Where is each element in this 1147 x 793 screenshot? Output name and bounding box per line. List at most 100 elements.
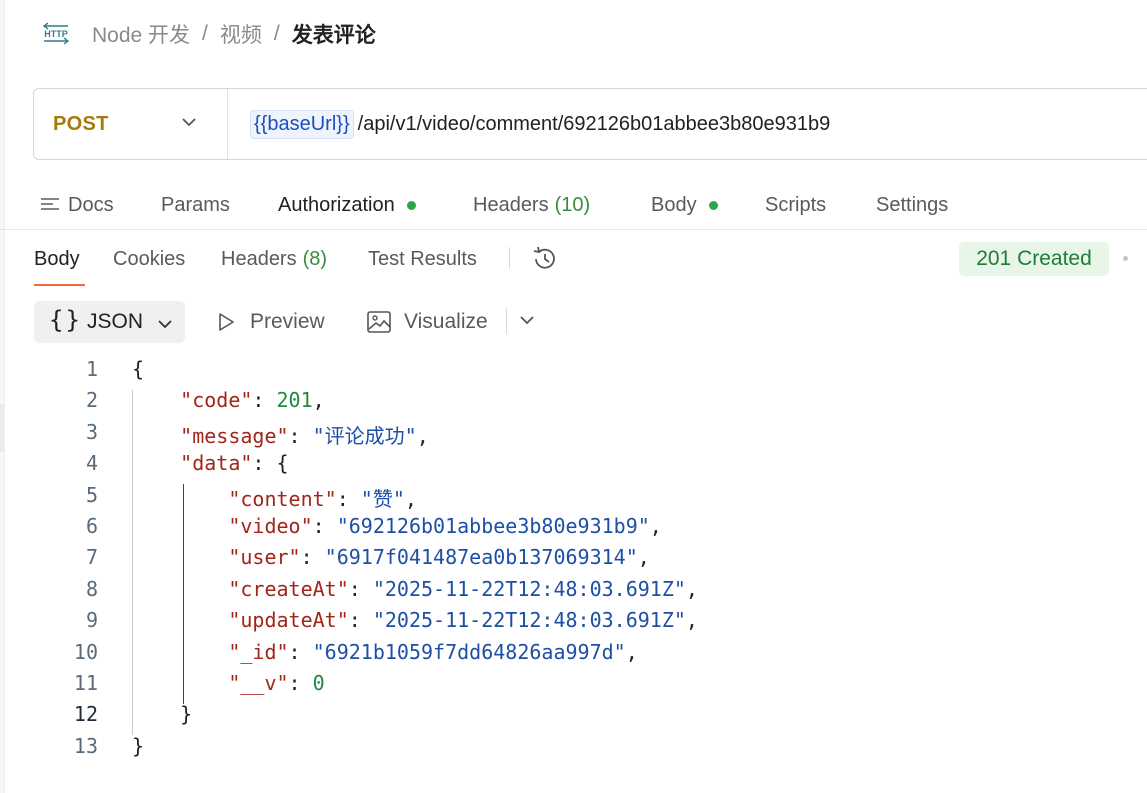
breadcrumb-separator: / bbox=[273, 22, 280, 45]
history-icon[interactable] bbox=[530, 245, 560, 278]
line-number: 2 bbox=[85, 388, 98, 413]
code-text: "video": "692126b01abbee3b80e931b9", bbox=[228, 514, 662, 538]
code-text: "_id": "6921b1059f7dd64826aa997d", bbox=[228, 639, 638, 664]
json-brace: } bbox=[180, 702, 193, 727]
code-line: 12 } bbox=[0, 702, 1147, 733]
tab-body-indicator bbox=[708, 200, 718, 210]
json-key: "content" bbox=[228, 486, 337, 511]
tab-scripts[interactable]: Scripts bbox=[765, 192, 826, 218]
json-string: "评论成功" bbox=[312, 423, 417, 448]
json-key: "_id" bbox=[228, 639, 289, 664]
url-bar: POST {{baseUrl}} /api/v1/video/comment/6… bbox=[33, 88, 1147, 160]
breadcrumb-folder[interactable]: 视频 bbox=[220, 19, 262, 49]
json-string: "692126b01abbee3b80e931b9" bbox=[336, 514, 650, 538]
json-number: 201 bbox=[276, 388, 313, 413]
breadcrumb-collection[interactable]: Node 开发 bbox=[92, 19, 190, 49]
json-key: "createAt" bbox=[228, 576, 349, 601]
tab-body[interactable]: Body bbox=[651, 192, 718, 218]
docs-icon bbox=[40, 197, 60, 213]
line-number: 6 bbox=[85, 514, 98, 538]
code-line: 11 "__v": 0 bbox=[0, 671, 1147, 702]
image-icon bbox=[366, 310, 392, 334]
code-text: "__v": 0 bbox=[228, 671, 325, 695]
http-request-icon: HTTP bbox=[40, 22, 72, 46]
code-line: 3 "message": "评论成功", bbox=[0, 420, 1147, 451]
code-text: "data": { bbox=[180, 451, 289, 476]
url-input[interactable]: {{baseUrl}} /api/v1/video/comment/692126… bbox=[228, 109, 830, 139]
json-string: "2025-11-22T12:48:03.691Z" bbox=[372, 576, 686, 601]
code-line: 8 "createAt": "2025-11-22T12:48:03.691Z"… bbox=[0, 577, 1147, 608]
active-tab-underline bbox=[34, 284, 85, 286]
line-number: 7 bbox=[85, 545, 98, 570]
response-tab-headers[interactable]: Headers (8) bbox=[221, 246, 327, 272]
code-line: 6 "video": "692126b01abbee3b80e931b9", bbox=[0, 514, 1147, 545]
line-number: 4 bbox=[85, 451, 98, 476]
json-string: "6917f041487ea0b137069314" bbox=[324, 545, 638, 570]
response-tab-headers-label: Headers bbox=[221, 247, 297, 270]
code-text: { bbox=[132, 357, 144, 381]
json-string: "赞" bbox=[360, 486, 405, 511]
json-key: "video" bbox=[228, 514, 313, 538]
json-key: "data" bbox=[180, 451, 253, 476]
chevron-down-icon bbox=[156, 313, 174, 337]
visualize-label: Visualize bbox=[404, 310, 488, 333]
divider bbox=[509, 247, 510, 269]
preview-button[interactable]: Preview bbox=[216, 308, 325, 336]
line-number: 9 bbox=[85, 608, 98, 633]
url-variable[interactable]: {{baseUrl}} bbox=[250, 109, 354, 139]
tab-authorization-indicator bbox=[406, 200, 416, 210]
code-line: 9 "updateAt": "2025-11-22T12:48:03.691Z"… bbox=[0, 608, 1147, 639]
response-tab-test-results-label: Test Results bbox=[368, 247, 477, 270]
line-number: 5 bbox=[85, 482, 98, 507]
tab-params[interactable]: Params bbox=[161, 192, 230, 218]
method-select[interactable]: POST bbox=[34, 89, 228, 159]
response-tab-cookies-label: Cookies bbox=[113, 247, 186, 270]
code-line: 10 "_id": "6921b1059f7dd64826aa997d", bbox=[0, 640, 1147, 671]
code-line: 5 "content": "赞", bbox=[0, 483, 1147, 514]
status-badge[interactable]: 201 Created bbox=[959, 242, 1109, 276]
play-icon bbox=[216, 311, 236, 333]
breadcrumb-separator: / bbox=[202, 22, 208, 45]
json-key: "__v" bbox=[228, 671, 289, 695]
json-string: "6921b1059f7dd64826aa997d" bbox=[312, 639, 626, 664]
json-key: "updateAt" bbox=[228, 608, 349, 633]
visualize-options-chevron-down-icon[interactable] bbox=[517, 312, 537, 333]
response-tab-body[interactable]: Body bbox=[34, 246, 80, 272]
json-key: "user" bbox=[228, 545, 301, 570]
tab-params-label: Params bbox=[161, 193, 230, 216]
code-text: } bbox=[132, 734, 144, 758]
tab-docs[interactable]: Docs bbox=[40, 192, 114, 218]
line-number: 10 bbox=[73, 639, 98, 664]
line-number: 12 bbox=[73, 702, 98, 727]
response-tab-headers-count: (8) bbox=[302, 247, 328, 270]
json-brace: } bbox=[132, 733, 145, 758]
tab-headers[interactable]: Headers (10) bbox=[473, 192, 590, 218]
json-number: 0 bbox=[312, 671, 325, 695]
response-tab-body-label: Body bbox=[34, 247, 80, 270]
code-line: 13} bbox=[0, 734, 1147, 765]
json-string: "2025-11-22T12:48:03.691Z" bbox=[372, 608, 686, 633]
request-name[interactable]: 发表评论 bbox=[292, 19, 376, 49]
code-text: "content": "赞", bbox=[228, 486, 417, 511]
response-tab-test-results[interactable]: Test Results bbox=[368, 246, 477, 272]
code-text: "message": "评论成功", bbox=[180, 423, 429, 448]
line-number: 8 bbox=[85, 576, 98, 601]
visualize-button[interactable]: Visualize bbox=[366, 308, 488, 336]
json-brace: { bbox=[132, 357, 145, 381]
format-select[interactable]: {} JSON bbox=[34, 301, 185, 343]
line-number: 3 bbox=[85, 419, 98, 444]
tab-settings[interactable]: Settings bbox=[876, 192, 948, 218]
format-select-label: JSON bbox=[87, 310, 144, 333]
code-line: 4 "data": { bbox=[0, 451, 1147, 482]
code-line: 2 "code": 201, bbox=[0, 388, 1147, 419]
json-brace: { bbox=[276, 451, 289, 476]
json-key: "message" bbox=[180, 423, 289, 448]
code-text: "user": "6917f041487ea0b137069314", bbox=[228, 545, 650, 570]
code-text: "createAt": "2025-11-22T12:48:03.691Z", bbox=[228, 576, 698, 601]
preview-label: Preview bbox=[250, 310, 325, 333]
tab-authorization[interactable]: Authorization bbox=[278, 192, 416, 218]
braces-icon: {} bbox=[49, 306, 82, 334]
response-tab-cookies[interactable]: Cookies bbox=[113, 246, 185, 272]
tab-headers-label: Headers bbox=[473, 193, 549, 216]
method-label: POST bbox=[53, 112, 109, 135]
